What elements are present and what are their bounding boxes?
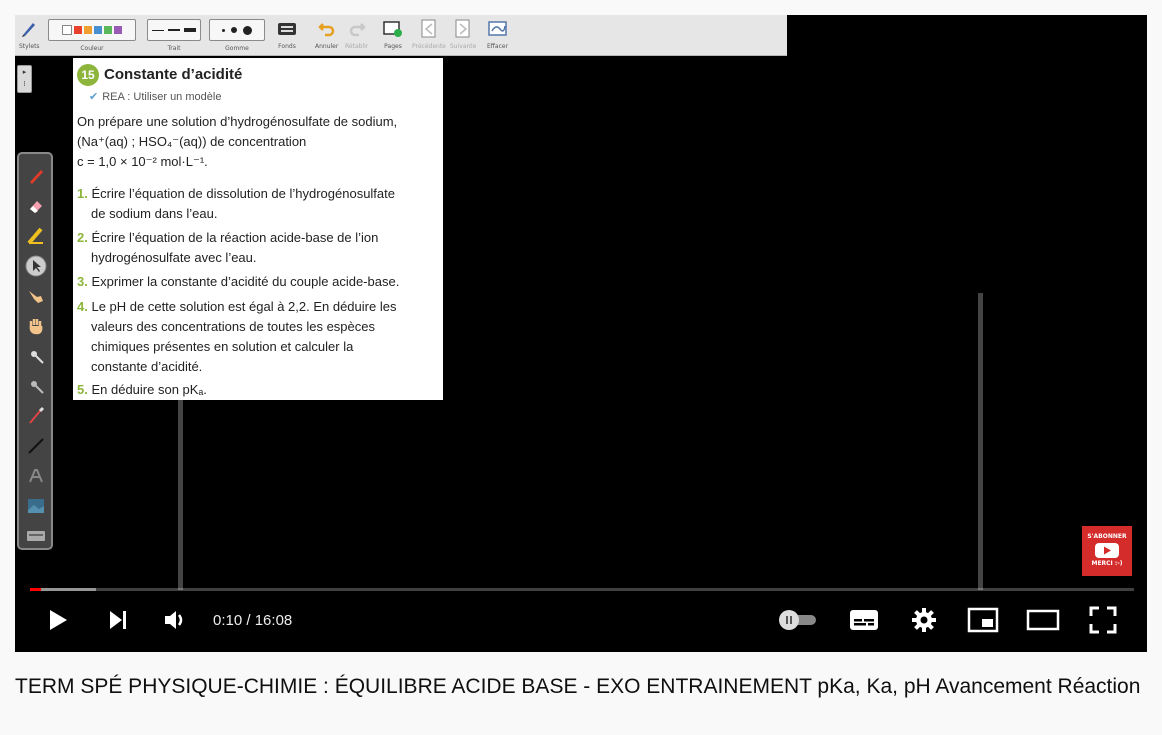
volume-icon xyxy=(165,611,183,629)
skill-tag: ✔ REA : Utiliser un modèle xyxy=(89,91,222,103)
redo-icon xyxy=(348,19,366,39)
subscribe-watermark[interactable]: S'ABONNER MERCI :-) xyxy=(1082,526,1132,576)
color-swatch[interactable] xyxy=(74,26,82,34)
fullscreen-icon xyxy=(1089,606,1117,634)
red-pen-icon[interactable] xyxy=(24,164,48,188)
mute-button[interactable] xyxy=(160,605,192,635)
stroke-width-tool[interactable]: Trait xyxy=(147,19,201,52)
drawing-tools-palette xyxy=(17,152,53,550)
pen-icon xyxy=(20,19,38,39)
stroke-options[interactable] xyxy=(147,19,201,41)
question-2: 2. Écrire l’équation de la réaction acid… xyxy=(77,230,379,265)
next-button[interactable] xyxy=(103,605,133,635)
miniplayer-icon xyxy=(967,607,999,633)
pointing-hand-icon[interactable] xyxy=(24,284,48,308)
question-5: 5. En déduire son pKₐ. xyxy=(77,382,207,397)
panel-handle[interactable]: ▸ ⁞ xyxy=(17,65,32,93)
theater-mode-icon xyxy=(1026,609,1060,631)
progress-bar[interactable] xyxy=(30,588,1134,591)
eraser-options[interactable] xyxy=(209,19,265,41)
previous-page-icon xyxy=(421,19,437,39)
gear-icon xyxy=(912,608,936,632)
undo-icon xyxy=(317,19,336,39)
eraser-size-tool[interactable]: Gomme xyxy=(209,19,265,52)
skip-next-icon xyxy=(110,611,126,629)
pages-button[interactable]: Pages xyxy=(383,19,403,50)
checkmark-icon: ✔ xyxy=(89,91,99,103)
subtitles-button[interactable] xyxy=(847,605,881,635)
color-palette[interactable]: Couleur xyxy=(48,19,136,52)
hand-pan-icon[interactable] xyxy=(24,314,48,338)
zoom-out-icon[interactable] xyxy=(24,374,48,398)
stylets-tool[interactable]: Stylets xyxy=(19,19,40,50)
miniplayer-button[interactable] xyxy=(965,605,1001,635)
next-page-icon xyxy=(455,19,471,39)
autoplay-toggle[interactable] xyxy=(775,605,819,635)
video-player[interactable]: Stylets Couleur Trait Gomme Fonds Annule… xyxy=(15,15,1147,652)
brush-icon[interactable] xyxy=(24,404,48,428)
question-1: 1. Écrire l’équation de dissolution de l… xyxy=(77,186,395,221)
highlighter-ruler-icon[interactable] xyxy=(24,224,48,248)
play-button[interactable] xyxy=(43,605,73,635)
redo-button[interactable]: Rétablir xyxy=(345,19,368,50)
exercise-title: Constante d’acidité xyxy=(104,66,243,83)
text-tool-icon[interactable] xyxy=(24,464,48,488)
next-page-button[interactable]: Suivante xyxy=(450,19,476,50)
question-4: 4. Le pH de cette solution est égal à 2,… xyxy=(77,299,397,374)
video-title: TERM SPÉ PHYSIQUE-CHIMIE : ÉQUILIBRE ACI… xyxy=(15,675,1141,698)
add-page-icon xyxy=(383,19,403,39)
color-swatch[interactable] xyxy=(84,26,92,34)
exercise-intro: On prépare une solution d’hydrogénosulfa… xyxy=(77,114,398,169)
exercise-number-badge: 15 xyxy=(77,64,99,86)
clear-board-icon xyxy=(487,19,508,39)
image-tool-icon[interactable] xyxy=(24,494,48,518)
color-swatches[interactable] xyxy=(48,19,136,41)
keyboard-tool-icon[interactable] xyxy=(24,524,48,548)
eraser-icon[interactable] xyxy=(24,194,48,218)
board-line xyxy=(978,293,983,590)
color-swatch[interactable] xyxy=(104,26,112,34)
color-swatch[interactable] xyxy=(62,25,72,35)
color-swatch[interactable] xyxy=(114,26,122,34)
youtube-logo-icon xyxy=(1095,543,1119,558)
background-tool[interactable]: Fonds xyxy=(277,19,297,50)
settings-button[interactable] xyxy=(908,605,940,635)
keyboard-icon xyxy=(277,19,297,39)
line-tool-icon[interactable] xyxy=(24,434,48,458)
clear-button[interactable]: Effacer xyxy=(487,19,508,50)
subtitles-icon xyxy=(850,610,878,630)
board-line xyxy=(178,400,183,590)
autoplay-toggle-icon xyxy=(779,610,816,630)
zoom-in-icon[interactable] xyxy=(24,344,48,368)
fullscreen-button[interactable] xyxy=(1086,605,1120,635)
color-swatch[interactable] xyxy=(94,26,102,34)
previous-page-button[interactable]: Précédente xyxy=(412,19,446,50)
time-display: 0:10 / 16:08 xyxy=(213,612,293,629)
whiteboard-toolbar: Stylets Couleur Trait Gomme Fonds Annule… xyxy=(15,15,787,56)
pointer-icon[interactable] xyxy=(24,254,48,278)
undo-button[interactable]: Annuler xyxy=(315,19,338,50)
exercise-sheet: 15 Constante d’acidité ✔ REA : Utiliser u… xyxy=(73,58,443,400)
theater-mode-button[interactable] xyxy=(1025,605,1061,635)
play-icon xyxy=(50,610,67,630)
progress-played xyxy=(30,588,42,591)
question-3: 3. Exprimer la constante d’acidité du co… xyxy=(77,274,400,289)
